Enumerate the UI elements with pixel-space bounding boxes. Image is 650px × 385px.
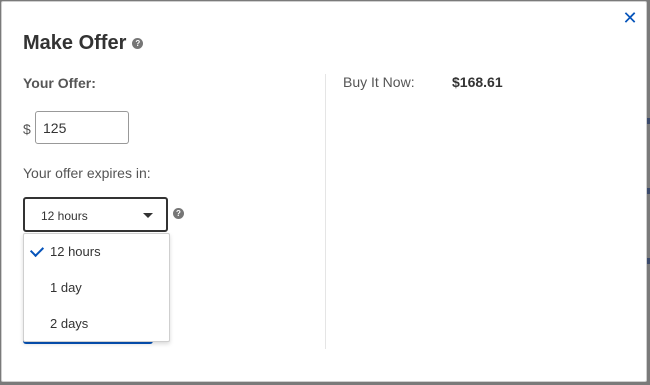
close-icon[interactable]: ✕ — [622, 9, 638, 27]
dialog-header: Make Offer ? — [23, 32, 144, 55]
make-offer-dialog: ✕ Make Offer ? Your Offer: $ Your offer … — [1, 1, 647, 382]
buy-it-now-price: $168.61 — [452, 74, 503, 90]
option-label: 1 day — [50, 280, 82, 295]
offer-amount-input[interactable] — [35, 111, 129, 144]
column-divider — [325, 74, 326, 349]
option-label: 12 hours — [50, 244, 101, 259]
expiration-dropdown-menu: 12 hours 1 day 2 days — [23, 233, 170, 342]
dropdown-option-1-day[interactable]: 1 day — [24, 270, 169, 306]
option-label: 2 days — [50, 316, 89, 331]
chevron-down-icon — [143, 213, 153, 218]
expires-label: Your offer expires in: — [23, 165, 151, 181]
buy-it-now-label: Buy It Now: — [343, 74, 415, 90]
currency-symbol: $ — [23, 121, 31, 137]
expiration-selected-value: 12 hours — [41, 209, 88, 223]
help-icon[interactable]: ? — [132, 38, 144, 49]
dialog-title: Make Offer — [23, 32, 127, 54]
your-offer-label: Your Offer: — [23, 75, 96, 91]
expiration-select[interactable]: 12 hours — [23, 197, 168, 232]
dropdown-option-2-days[interactable]: 2 days — [24, 306, 169, 342]
dropdown-option-12-hours[interactable]: 12 hours — [24, 234, 169, 270]
checkmark-icon — [29, 242, 45, 258]
help-icon[interactable]: ? — [173, 208, 184, 219]
